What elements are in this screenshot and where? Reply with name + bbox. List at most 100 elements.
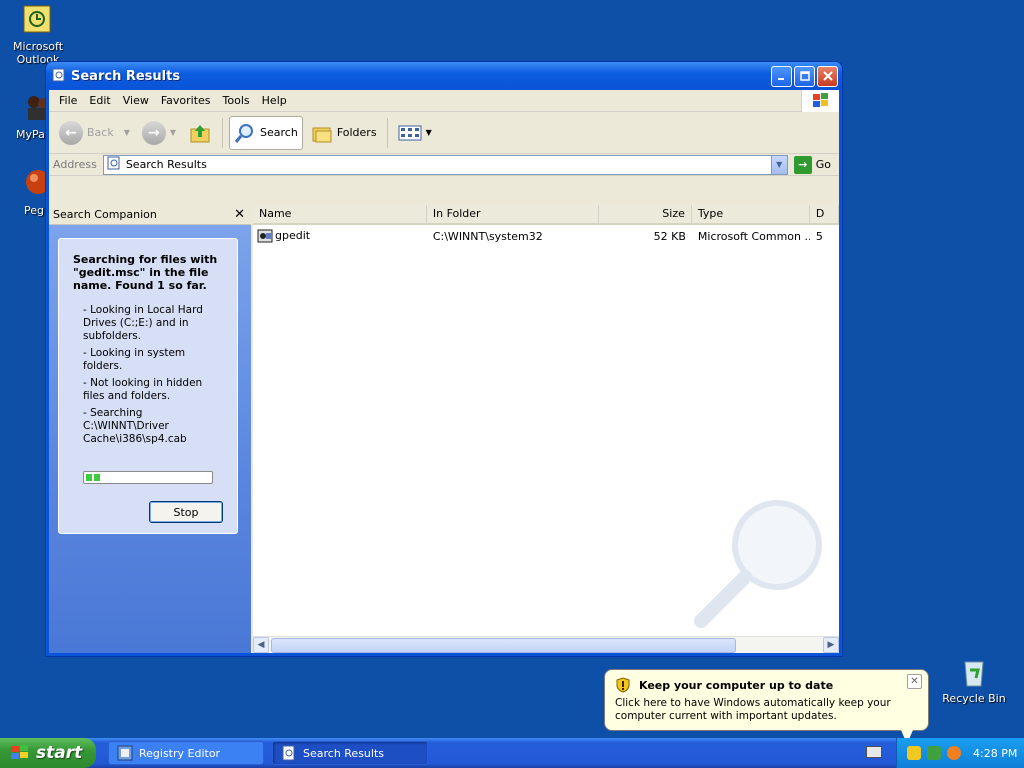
go-button[interactable]: → Go bbox=[788, 155, 839, 174]
column-headers: Name In Folder Size Type D bbox=[253, 205, 839, 225]
taskbar: start Registry Editor Search Results 4:2… bbox=[0, 738, 1024, 768]
folders-button[interactable]: Folders bbox=[307, 116, 381, 150]
close-pane-icon[interactable]: ✕ bbox=[234, 207, 245, 222]
address-dropdown-icon[interactable]: ▼ bbox=[770, 155, 787, 174]
windows-logo-icon bbox=[801, 90, 839, 112]
scroll-left-icon[interactable]: ◀ bbox=[253, 637, 269, 653]
menu-tools[interactable]: Tools bbox=[217, 92, 256, 109]
horizontal-scrollbar[interactable]: ◀ ▶ bbox=[253, 636, 839, 653]
cell-name: gpedit bbox=[253, 228, 427, 244]
back-button[interactable]: ← Back ▼ bbox=[55, 116, 134, 150]
maximize-icon bbox=[799, 71, 810, 81]
address-field[interactable]: Search Results ▼ bbox=[102, 154, 788, 175]
up-folder-icon bbox=[190, 124, 210, 142]
stop-button[interactable]: Stop bbox=[149, 501, 223, 523]
outlook-icon bbox=[22, 4, 54, 36]
start-button[interactable]: start bbox=[0, 738, 96, 768]
search-window-icon bbox=[52, 68, 66, 85]
search-results-icon bbox=[282, 745, 295, 761]
recycle-bin-icon bbox=[958, 656, 990, 688]
clock: 4:28 PM bbox=[973, 746, 1018, 760]
balloon-close-icon[interactable]: ✕ bbox=[907, 674, 922, 689]
scroll-thumb[interactable] bbox=[271, 638, 736, 653]
search-companion-pane: Search Companion ✕ Searching for files w… bbox=[49, 205, 251, 653]
table-row[interactable]: gpedit C:\WINNT\system32 52 KB Microsoft… bbox=[253, 227, 839, 245]
column-header-date[interactable]: D bbox=[810, 205, 839, 223]
progress-chunk bbox=[86, 474, 92, 481]
window-client: File Edit View Favorites Tools Help ← Ba… bbox=[49, 90, 839, 653]
search-tray-icon[interactable] bbox=[947, 746, 961, 760]
column-header-size[interactable]: Size bbox=[599, 205, 692, 223]
column-header-name[interactable]: Name bbox=[253, 205, 427, 223]
magnifier-watermark-icon bbox=[694, 500, 822, 628]
views-icon bbox=[398, 125, 422, 140]
system-tray: 4:28 PM bbox=[896, 738, 1024, 768]
minimize-icon bbox=[777, 78, 784, 80]
task-label: Search Results bbox=[303, 746, 385, 760]
registry-editor-icon bbox=[117, 745, 133, 761]
close-button[interactable] bbox=[817, 65, 838, 87]
menu-favorites[interactable]: Favorites bbox=[155, 92, 217, 109]
desktop-icon-outlook[interactable]: Microsoft Outlook bbox=[0, 4, 76, 66]
windows-flag-icon bbox=[11, 745, 28, 759]
progress-chunk bbox=[94, 474, 100, 481]
taskbar-search-results[interactable]: Search Results bbox=[272, 741, 428, 765]
cell-size: 52 KB bbox=[653, 229, 686, 243]
column-header-type[interactable]: Type bbox=[692, 205, 810, 223]
search-label: Search bbox=[260, 126, 298, 139]
folders-icon bbox=[312, 127, 332, 142]
msc-file-icon bbox=[257, 228, 273, 244]
views-button[interactable]: ▼ bbox=[394, 116, 436, 150]
forward-dropdown-icon: ▼ bbox=[169, 128, 177, 137]
go-label: Go bbox=[815, 158, 831, 171]
search-progress-bar bbox=[83, 471, 213, 484]
search-icon bbox=[234, 123, 254, 143]
up-folder-button[interactable] bbox=[184, 116, 216, 150]
column-header-in-folder[interactable]: In Folder bbox=[427, 205, 599, 223]
balloon-title: Keep your computer up to date bbox=[639, 678, 834, 692]
desktop-icon-label: Recycle Bin bbox=[942, 692, 1006, 705]
cell-date: 5 bbox=[815, 229, 823, 243]
scroll-right-icon[interactable]: ▶ bbox=[823, 637, 839, 653]
search-companion-header: Search Companion ✕ bbox=[49, 205, 251, 225]
minimize-button[interactable] bbox=[771, 65, 792, 87]
taskbar-registry-editor[interactable]: Registry Editor bbox=[108, 741, 264, 765]
menu-file[interactable]: File bbox=[53, 92, 83, 109]
search-results-window: Search Results File Edit View Favorites … bbox=[45, 61, 843, 657]
address-bar: Address Search Results ▼ → Go bbox=[49, 154, 839, 176]
menu-edit[interactable]: Edit bbox=[83, 92, 116, 109]
task-label: Registry Editor bbox=[139, 746, 221, 760]
file-name: gpedit bbox=[275, 229, 311, 242]
shield-warning-icon bbox=[616, 677, 630, 693]
network-icon[interactable] bbox=[927, 746, 941, 760]
balloon-body: Click here to have Windows automatically… bbox=[615, 697, 891, 722]
status-item: - Looking in system folders. bbox=[83, 347, 186, 372]
maximize-button[interactable] bbox=[794, 65, 815, 87]
cell-folder: C:\WINNT\system32 bbox=[432, 229, 543, 243]
forward-button[interactable]: → ▼ bbox=[138, 116, 180, 150]
toolbar: ← Back ▼ → ▼ Search Folders ▼ bbox=[49, 112, 839, 154]
keyboard-icon[interactable] bbox=[866, 746, 882, 758]
back-arrow-icon: ← bbox=[59, 120, 83, 145]
status-item: - Not looking in hidden files and folder… bbox=[83, 377, 203, 402]
search-status-box: Searching for files with "gedit.msc" in … bbox=[58, 238, 238, 534]
security-shield-icon[interactable] bbox=[907, 746, 921, 760]
menu-bar: File Edit View Favorites Tools Help bbox=[49, 90, 839, 112]
status-item: - Looking in Local Hard Drives (C:;E:) a… bbox=[83, 304, 203, 342]
cell-type: Microsoft Common ... bbox=[697, 229, 810, 243]
start-label: start bbox=[36, 743, 83, 763]
menu-help[interactable]: Help bbox=[256, 92, 293, 109]
update-balloon[interactable]: Keep your computer up to date Click here… bbox=[604, 669, 929, 744]
menu-view[interactable]: View bbox=[117, 92, 155, 109]
search-companion-title: Search Companion bbox=[53, 208, 157, 221]
search-status-heading: Searching for files with "gedit.msc" in … bbox=[73, 253, 218, 292]
window-titlebar[interactable]: Search Results bbox=[46, 62, 842, 90]
search-status-list: - Looking in Local Hard Drives (C:;E:) a… bbox=[73, 304, 225, 446]
toolbar-separator bbox=[222, 117, 224, 148]
status-item: - Searching C:\WINNT\Driver Cache\i386\s… bbox=[83, 407, 187, 445]
go-arrow-icon: → bbox=[793, 155, 812, 174]
desktop-icon-recycle-bin[interactable]: Recycle Bin bbox=[936, 656, 1012, 705]
toolbar-separator bbox=[386, 117, 388, 148]
search-button[interactable]: Search bbox=[229, 115, 303, 150]
views-dropdown-icon: ▼ bbox=[425, 128, 432, 137]
